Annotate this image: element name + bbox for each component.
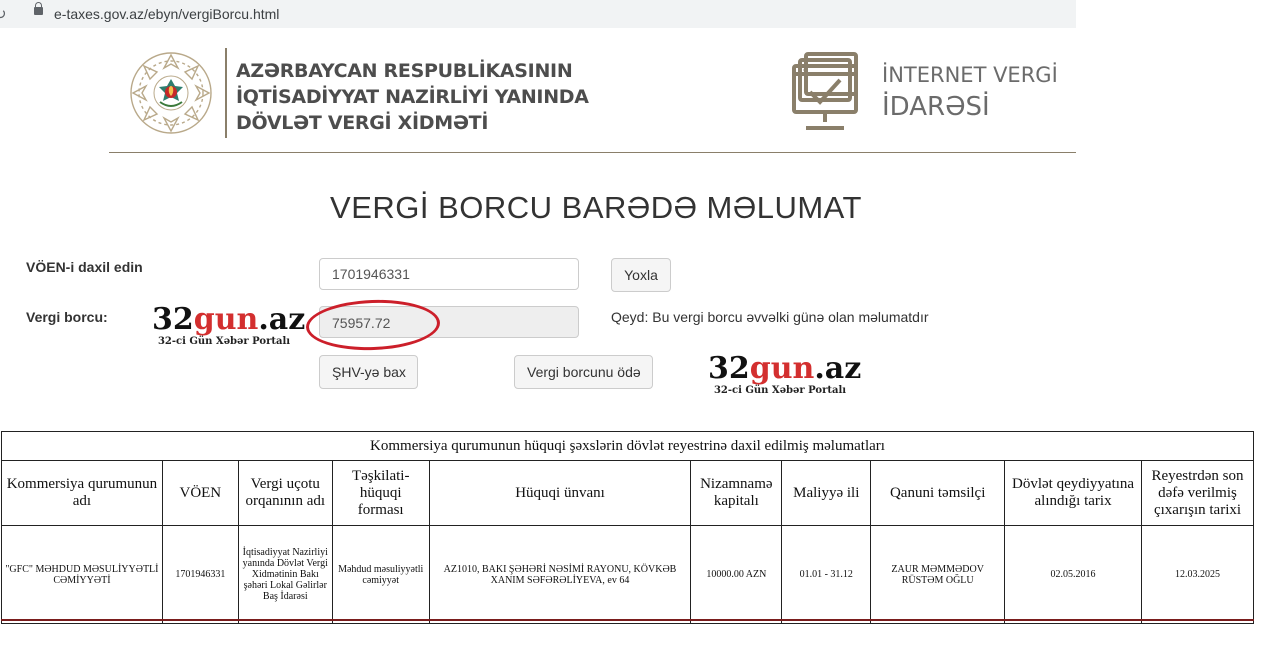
pay-debt-button[interactable]: Vergi borcunu ödə: [514, 355, 653, 389]
watermark-logo: 32gun.az 32-ci Gün Xəbər Portalı: [708, 351, 861, 397]
watermark-brand-suffix: .az: [814, 351, 862, 386]
table-bottom-border: [1, 619, 1254, 621]
table-cell: 12.03.2025: [1141, 525, 1254, 624]
column-header: Təşkilati-hüquqi forması: [331, 460, 430, 526]
watermark-tagline: 32-ci Gün Xəbər Portalı: [157, 336, 291, 347]
voen-label: VÖEN-i daxil edin: [26, 259, 143, 275]
table-cell: İqtisadiyyat Nazirliyi yanında Dövlət Ve…: [237, 525, 333, 624]
watermark-brand-accent: gun: [749, 351, 815, 386]
watermark-brand-prefix: 32: [152, 302, 194, 337]
portal-name-line-1: İNTERNET VERGİ: [882, 63, 1058, 87]
table-caption: Kommersiya qurumunun hüquqi şəxslərin dö…: [1, 431, 1254, 461]
watermark-logo: 32gun.az 32-ci Gün Xəbər Portalı: [152, 302, 305, 348]
reload-icon[interactable]: ↻: [0, 5, 7, 23]
column-header: Dövlət qeydiyyatına alındığı tarix: [1004, 460, 1142, 526]
org-name-line-1: AZƏRBAYCAN RESPUBLİKASININ: [236, 60, 573, 82]
table-cell: AZ1010, BAKI ŞƏHƏRİ NƏSİMİ RAYONU, KÖVKƏ…: [428, 525, 692, 624]
column-header: Nizamnamə kapitalı: [690, 460, 783, 526]
table-cell: ZAUR MƏMMƏDOV RÜSTƏM OĞLU: [870, 525, 1006, 624]
table-cell: 1701946331: [161, 525, 239, 624]
table-cell: 10000.00 AZN: [690, 525, 783, 624]
table-cell: Məhdud məsuliyyətli cəmiyyət: [331, 525, 430, 624]
column-header: Vergi uçotu orqanının adı: [237, 460, 333, 526]
column-header: Qanuni təmsilçi: [870, 460, 1006, 526]
voen-input[interactable]: [319, 258, 579, 290]
watermark-brand-prefix: 32: [708, 351, 750, 386]
view-shv-button[interactable]: ŞHV-yə bax: [319, 355, 418, 389]
header-divider: [225, 48, 227, 138]
lock-icon[interactable]: [34, 2, 43, 15]
column-header: Maliyyə ili: [781, 460, 872, 526]
portal-name: İNTERNET VERGİ İDARƏSİ: [882, 60, 1058, 124]
table-cell: "GFC" MƏHDUD MƏSULİYYƏTLİ CƏMİYYƏTİ: [1, 525, 163, 624]
address-url[interactable]: e-taxes.gov.az/ebyn/vergiBorcu.html: [54, 6, 279, 22]
organization-name: AZƏRBAYCAN RESPUBLİKASININ İQTİSADİYYAT …: [236, 58, 596, 136]
table-header-row: Kommersiya qurumunun adı VÖEN Vergi uçot…: [1, 460, 1254, 526]
monitor-check-icon: [792, 52, 858, 130]
watermark-tagline: 32-ci Gün Xəbər Portalı: [713, 385, 847, 396]
column-header: Hüquqi ünvanı: [428, 460, 692, 526]
registry-table: Kommersiya qurumunun hüquqi şəxslərin dö…: [1, 431, 1254, 624]
table-row: "GFC" MƏHDUD MƏSULİYYƏTLİ CƏMİYYƏTİ 1701…: [1, 525, 1254, 624]
table-cell: 02.05.2016: [1004, 525, 1142, 624]
check-button[interactable]: Yoxla: [611, 258, 671, 292]
page-title: VERGİ BORCU BARƏDƏ MƏLUMAT: [330, 190, 862, 225]
column-header: Reyestrdən son dəfə verilmiş çıxarışın t…: [1141, 460, 1254, 526]
table-cell: 01.01 - 31.12: [781, 525, 872, 624]
header-separator: [109, 152, 1076, 153]
column-header: VÖEN: [161, 460, 239, 526]
org-name-line-3: DÖVLƏT VERGİ XİDMƏTİ: [236, 112, 489, 134]
tax-debt-label: Vergi borcu:: [26, 309, 108, 325]
browser-address-bar[interactable]: ↻ e-taxes.gov.az/ebyn/vergiBorcu.html: [0, 0, 1076, 28]
watermark-brand-suffix: .az: [258, 302, 306, 337]
state-emblem-icon: [130, 52, 212, 134]
org-name-line-2: İQTİSADİYYAT NAZİRLİYİ YANINDA: [236, 86, 589, 108]
column-header: Kommersiya qurumunun adı: [1, 460, 163, 526]
watermark-brand: 32gun.az: [152, 302, 305, 337]
debt-note: Qeyd: Bu vergi borcu əvvəlki günə olan m…: [611, 309, 929, 325]
watermark-brand-accent: gun: [193, 302, 259, 337]
portal-name-line-2: İDARƏSİ: [882, 92, 990, 122]
watermark-brand: 32gun.az: [708, 351, 861, 386]
